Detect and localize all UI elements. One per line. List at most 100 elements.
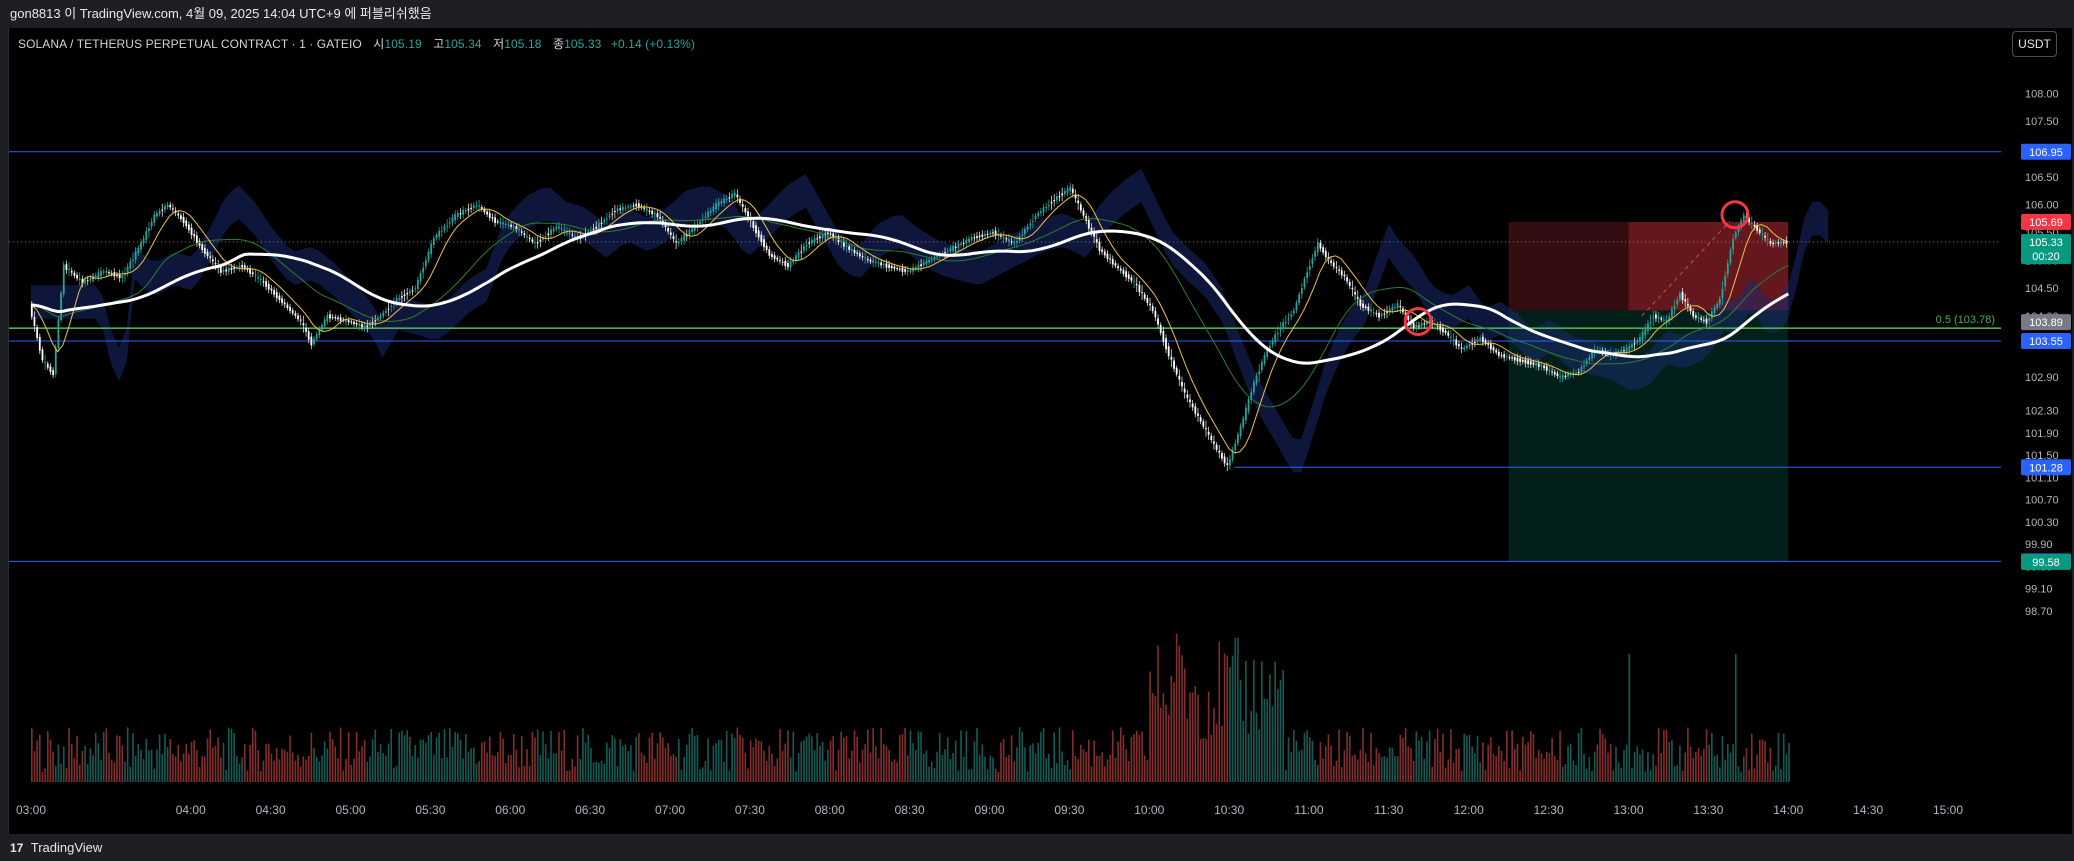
candle-body bbox=[1149, 303, 1151, 306]
high-label: 고 bbox=[433, 37, 445, 51]
price-axis-tick: 100.70 bbox=[2025, 495, 2059, 507]
tradingview-brand[interactable]: TradingView bbox=[31, 840, 103, 855]
volume-bar bbox=[1213, 708, 1215, 782]
volume-bar bbox=[238, 763, 241, 782]
volume-bar bbox=[451, 746, 454, 782]
volume-bar bbox=[278, 759, 281, 782]
candle-body bbox=[1436, 325, 1439, 327]
volume-bar bbox=[1564, 764, 1567, 782]
volume-bar bbox=[1676, 765, 1679, 782]
volume-bar bbox=[310, 732, 313, 782]
volume-bar bbox=[861, 749, 864, 782]
tradingview-logo-icon[interactable]: 17 bbox=[10, 835, 23, 861]
volume-bar bbox=[1002, 739, 1005, 782]
volume-bar bbox=[630, 745, 632, 782]
candle-body bbox=[1354, 292, 1356, 295]
candle-body bbox=[853, 250, 856, 254]
volume-bar bbox=[1673, 766, 1676, 782]
candle-body bbox=[1769, 241, 1772, 244]
candle-body bbox=[1063, 190, 1066, 195]
candle-body bbox=[680, 238, 683, 242]
candle-body bbox=[1513, 357, 1516, 361]
volume-bar bbox=[401, 730, 403, 782]
price-level-badge: 103.55 bbox=[2029, 336, 2063, 348]
volume-bar bbox=[1514, 748, 1516, 782]
volume-bar bbox=[315, 756, 318, 782]
volume-bar bbox=[70, 743, 73, 782]
volume-bar bbox=[1719, 767, 1721, 782]
candle-body bbox=[800, 251, 803, 253]
volume-bar bbox=[544, 744, 547, 782]
candle-body bbox=[1229, 459, 1231, 466]
candle-body bbox=[86, 280, 89, 282]
candle-body bbox=[1165, 338, 1167, 350]
volume-bar bbox=[981, 744, 984, 782]
chart-pane[interactable]: 0.5 (103.78) 108.00 107.50 106.50 106.00 105.… bbox=[8, 28, 2072, 834]
volume-bar bbox=[180, 761, 182, 782]
candle-body bbox=[68, 268, 70, 271]
candle-body bbox=[965, 239, 968, 244]
candle-body bbox=[960, 243, 962, 246]
volume-bar bbox=[31, 728, 33, 782]
volume-bar bbox=[201, 756, 203, 782]
volume-bar bbox=[414, 745, 416, 782]
candle-body bbox=[1314, 251, 1317, 257]
candle-body bbox=[467, 208, 470, 211]
candle-body bbox=[65, 264, 68, 270]
volume-bar bbox=[257, 750, 259, 782]
volume-bar bbox=[590, 747, 592, 782]
volume-bar bbox=[1652, 754, 1655, 782]
volume-bar bbox=[1386, 757, 1388, 782]
volume-bar bbox=[220, 757, 222, 782]
candle-body bbox=[925, 261, 928, 264]
volume-bar bbox=[94, 732, 97, 782]
candle-body bbox=[560, 228, 563, 230]
volume-bar bbox=[699, 768, 701, 782]
candle-body bbox=[209, 256, 212, 258]
time-axis-tick: 05:00 bbox=[335, 803, 365, 817]
volume-bar bbox=[1418, 740, 1420, 782]
volume-bar bbox=[1641, 749, 1644, 782]
volume-bar bbox=[283, 749, 286, 782]
currency-unit-button[interactable]: USDT bbox=[2012, 31, 2057, 57]
volume-bar bbox=[1024, 747, 1026, 782]
volume-bar bbox=[1154, 695, 1157, 782]
candle-body bbox=[1577, 371, 1580, 373]
volume-bar bbox=[1245, 660, 1247, 782]
volume-bar bbox=[1218, 641, 1221, 782]
candle-body bbox=[1170, 356, 1173, 360]
volume-bar bbox=[1729, 752, 1732, 782]
volume-bar bbox=[1447, 759, 1450, 782]
volume-bar bbox=[853, 730, 856, 782]
volume-bar bbox=[46, 731, 49, 782]
volume-bar bbox=[1391, 747, 1394, 782]
candle-body bbox=[350, 321, 353, 323]
volume-bar bbox=[182, 753, 185, 782]
candle-body bbox=[1729, 249, 1732, 263]
close-value: 105.33 bbox=[564, 37, 602, 51]
symbol-title[interactable]: SOLANA / TETHERUS PERPETUAL CONTRACT · 1… bbox=[18, 37, 362, 51]
candle-body bbox=[1159, 324, 1162, 333]
volume-bar bbox=[776, 758, 779, 782]
volume-bar bbox=[1367, 761, 1370, 782]
volume-bar bbox=[715, 743, 717, 782]
price-chart[interactable]: 0.5 (103.78) 108.00 107.50 106.50 106.00 105.… bbox=[9, 28, 2073, 834]
candle-body bbox=[54, 347, 57, 374]
candle-body bbox=[1093, 233, 1096, 237]
volume-bar bbox=[1340, 766, 1343, 782]
volume-bar bbox=[1221, 725, 1223, 782]
volume-bar bbox=[206, 738, 209, 782]
volume-bar bbox=[867, 729, 869, 782]
volume-bar bbox=[901, 734, 904, 782]
volume-bar bbox=[1617, 762, 1620, 782]
volume-bar bbox=[528, 765, 531, 782]
volume-bar bbox=[379, 743, 382, 782]
volume-bar bbox=[1375, 747, 1378, 782]
volume-bar bbox=[1263, 698, 1266, 782]
volume-bar bbox=[1458, 748, 1460, 782]
candle-body bbox=[1016, 241, 1018, 243]
volume-bar bbox=[387, 743, 390, 782]
candle-body bbox=[1095, 239, 1098, 243]
candle-body bbox=[1399, 306, 1402, 308]
volume-bar bbox=[1034, 753, 1037, 782]
